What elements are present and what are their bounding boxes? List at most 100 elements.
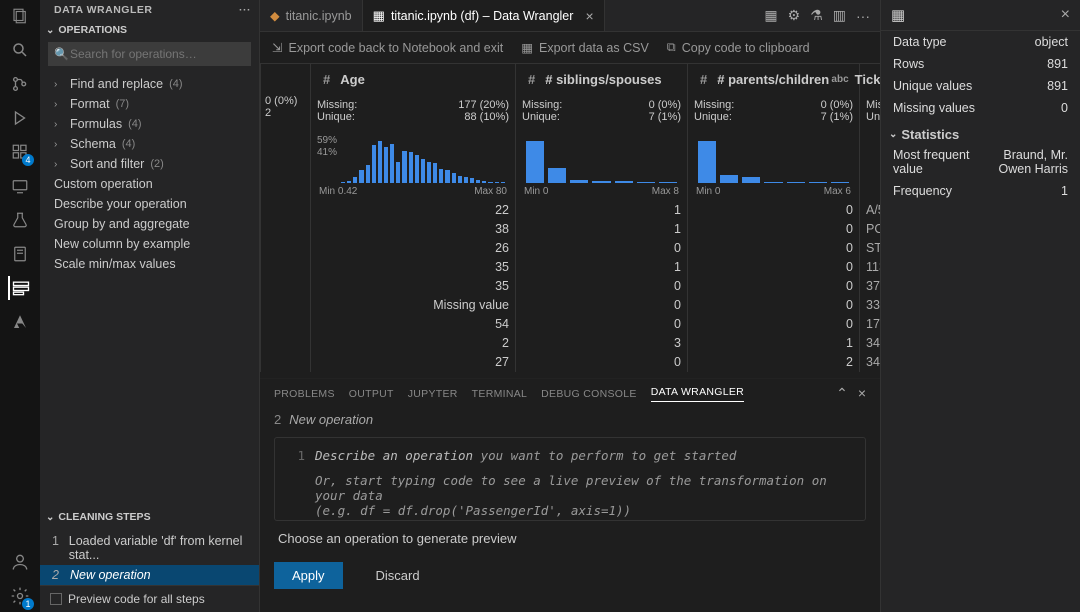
export-csv-button[interactable]: ▦Export data as CSV — [521, 40, 649, 55]
wrangler-tab-icon: ▦ — [373, 8, 385, 24]
search-input[interactable] — [48, 42, 251, 66]
grid-icon[interactable]: ▦ — [764, 7, 777, 24]
stat-unique-label: Unique values — [893, 79, 972, 93]
op-newcol[interactable]: New column by example — [40, 234, 259, 254]
gear-icon[interactable]: ⚙ — [788, 7, 801, 24]
col-parents[interactable]: # parents/children — [713, 72, 847, 87]
bottom-panel: PROBLEMS OUTPUT JUPYTER TERMINAL DEBUG C… — [260, 378, 880, 612]
close-icon[interactable]: × — [585, 8, 593, 24]
op-custom[interactable]: Custom operation — [40, 174, 259, 194]
more-icon[interactable]: ··· — [239, 4, 251, 16]
tab-bar: ◆ titanic.ipynb ▦ titanic.ipynb (df) – D… — [260, 0, 880, 32]
tab-problems[interactable]: PROBLEMS — [274, 388, 335, 400]
beaker-icon[interactable]: ⚗ — [810, 7, 823, 24]
export-toolbar: ⇲Export code back to Notebook and exit ▦… — [260, 32, 880, 64]
step-2[interactable]: 2New operation — [40, 565, 259, 585]
source-control-icon[interactable] — [8, 72, 32, 96]
run-debug-icon[interactable] — [8, 106, 32, 130]
stat-most-label: Most frequent value — [893, 148, 971, 176]
csv-icon: ▦ — [521, 40, 533, 55]
text-type-icon: abc — [831, 74, 848, 85]
checkbox-icon[interactable] — [50, 593, 62, 605]
table-row[interactable]: 231349909 — [260, 334, 880, 353]
settings-badge: 1 — [22, 598, 34, 610]
export-notebook-button[interactable]: ⇲Export code back to Notebook and exit — [272, 40, 503, 55]
col-siblings[interactable]: # siblings/spouses — [541, 72, 675, 87]
col-ticket[interactable]: Ticket — [855, 72, 880, 87]
tab-terminal[interactable]: TERMINAL — [472, 388, 528, 400]
wrangler-icon[interactable] — [8, 276, 32, 300]
op-format[interactable]: ›Format(7) — [40, 94, 259, 114]
beaker-icon[interactable] — [8, 208, 32, 232]
number-type-icon: # — [323, 72, 330, 87]
copy-clipboard-button[interactable]: ⧉Copy code to clipboard — [667, 40, 810, 55]
steps-header[interactable]: ⌄CLEANING STEPS — [40, 507, 259, 527]
col0-left-top: 0 (0%) — [265, 95, 297, 107]
account-icon[interactable] — [8, 550, 32, 574]
stat-missing-label: Missing values — [893, 101, 975, 115]
table-row[interactable]: 540017463 — [260, 315, 880, 334]
data-grid[interactable]: #Age ## siblings/spouses ## parents/chil… — [260, 64, 880, 378]
chevron-up-icon[interactable]: ⌃ — [836, 385, 848, 402]
step-1[interactable]: 1Loaded variable 'df' from kernel stat..… — [40, 531, 259, 565]
wrangler-icon: ▦ — [891, 6, 905, 24]
stat-freq: 1 — [1061, 184, 1068, 198]
col-age[interactable]: Age — [336, 72, 503, 87]
table-row[interactable]: 3510113803 — [260, 258, 880, 277]
number-type-icon: # — [528, 72, 535, 87]
ops-list: ›Find and replace(4) ›Format(7) ›Formula… — [40, 72, 259, 276]
explorer-icon[interactable] — [8, 4, 32, 28]
stats-header[interactable]: ⌄Statistics — [881, 119, 1080, 144]
discard-button[interactable]: Discard — [357, 562, 439, 589]
stat-dtype-label: Data type — [893, 35, 947, 49]
preview-hint: Choose an operation to generate preview — [260, 521, 880, 556]
extensions-badge: 4 — [22, 154, 34, 166]
extensions-icon[interactable]: 4 — [8, 140, 32, 164]
main: ◆ titanic.ipynb ▦ titanic.ipynb (df) – D… — [260, 0, 1080, 612]
table-row[interactable]: Missing value00330877 — [260, 296, 880, 315]
chart-siblings: Min 0 Max 8 — [522, 135, 681, 197]
tab-wrangler[interactable]: ▦ titanic.ipynb (df) – Data Wrangler × — [363, 0, 605, 31]
table-icon[interactable]: ▥ — [833, 7, 846, 24]
op-sort-filter[interactable]: ›Sort and filter(2) — [40, 154, 259, 174]
search-icon[interactable] — [8, 38, 32, 62]
table-row[interactable]: 2702347742 — [260, 353, 880, 372]
azure-icon[interactable] — [8, 310, 32, 334]
code-editor[interactable]: 1Describe an operation you want to perfo… — [274, 437, 866, 521]
close-icon[interactable]: × — [1061, 6, 1070, 24]
search-icon: 🔍 — [54, 47, 69, 61]
op-schema[interactable]: ›Schema(4) — [40, 134, 259, 154]
op-groupby[interactable]: Group by and aggregate — [40, 214, 259, 234]
table-row[interactable]: 3810PC 175 — [260, 220, 880, 239]
sidebar: DATA WRANGLER ··· ⌄OPERATIONS 🔍 ›Find an… — [40, 0, 260, 612]
op-find-replace[interactable]: ›Find and replace(4) — [40, 74, 259, 94]
table-row[interactable]: 2210A/5 211 — [260, 201, 880, 220]
new-op-title: 2New operation — [260, 408, 880, 431]
apply-button[interactable]: Apply — [274, 562, 343, 589]
stat-missing: 0 — [1061, 101, 1068, 115]
notebook-icon[interactable] — [8, 242, 32, 266]
gear-icon[interactable]: 1 — [8, 584, 32, 608]
tab-notebook[interactable]: ◆ titanic.ipynb — [260, 0, 363, 31]
op-describe[interactable]: Describe your operation — [40, 194, 259, 214]
activity-bar: 4 1 — [0, 0, 40, 612]
tab-debug[interactable]: DEBUG CONSOLE — [541, 388, 637, 400]
table-row[interactable]: 3500373450 — [260, 277, 880, 296]
op-formulas[interactable]: ›Formulas(4) — [40, 114, 259, 134]
remote-icon[interactable] — [8, 174, 32, 198]
more-icon[interactable]: ··· — [856, 8, 870, 24]
tab-data-wrangler[interactable]: DATA WRANGLER — [651, 386, 744, 402]
op-scale[interactable]: Scale min/max values — [40, 254, 259, 274]
stat-freq-label: Frequency — [893, 184, 952, 198]
table-row[interactable]: 2600STON/ — [260, 239, 880, 258]
stat-rows: 891 — [1047, 57, 1068, 71]
col0-left-bot: 2 — [265, 107, 271, 119]
preview-all-steps[interactable]: Preview code for all steps — [40, 585, 259, 612]
search-wrap: 🔍 — [48, 42, 251, 66]
ops-header[interactable]: ⌄OPERATIONS — [40, 20, 259, 40]
sidebar-title: DATA WRANGLER ··· — [40, 0, 259, 20]
close-panel-icon[interactable]: × — [858, 385, 866, 402]
stat-dtype: object — [1035, 35, 1068, 49]
tab-output[interactable]: OUTPUT — [349, 388, 394, 400]
tab-jupyter[interactable]: JUPYTER — [408, 388, 458, 400]
